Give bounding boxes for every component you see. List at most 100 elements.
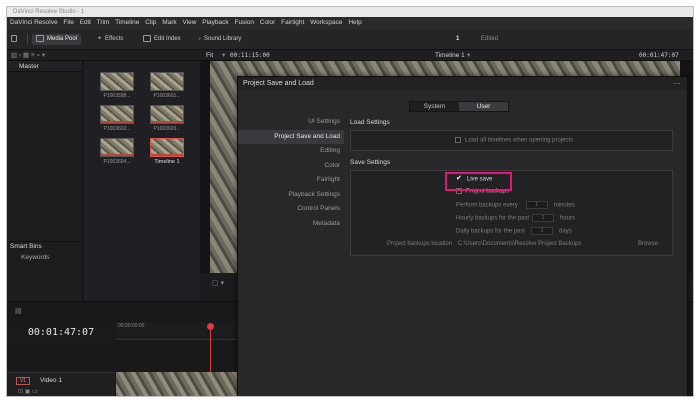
live-save-highlight — [445, 172, 512, 191]
nav-fairlight[interactable]: Fairlight — [238, 173, 344, 188]
panel-toggle-icon[interactable] — [11, 34, 20, 45]
view-options-icon[interactable]: ▥ ‹ ▦ ≡ ⌕ ▾ — [11, 50, 45, 61]
load-all-timelines-option[interactable]: Load all timelines when opening projects — [455, 137, 573, 144]
clip-name: P1003602... — [103, 126, 131, 132]
load-settings-title: Load Settings — [350, 119, 390, 126]
clip-thumbnail — [100, 105, 134, 124]
media-clip[interactable]: P1003601... — [150, 72, 184, 99]
clip-name: P1003604... — [103, 159, 131, 165]
zoom-fit-dropdown[interactable]: Fit — [206, 50, 213, 61]
load-all-timelines-checkbox[interactable] — [455, 137, 461, 143]
backups-location-path: C:\Users\Documents\Resolve Project Backu… — [457, 241, 582, 247]
track-controls-icon[interactable]: ⊡ ▣ ▭ — [18, 388, 38, 395]
clip-thumbnail — [100, 138, 134, 157]
backups-location-row: Project backups location C:\Users\Docume… — [387, 241, 581, 247]
keywords-bin[interactable]: Keywords — [7, 251, 83, 265]
clip-name: P1003598... — [103, 93, 131, 99]
menu-bar: DaVinci Resolve File Edit Trim Timeline … — [7, 17, 693, 29]
perform-backups-unit: minutes — [553, 202, 575, 209]
track-badge[interactable]: V1 — [16, 377, 30, 385]
edit-index-button[interactable]: Edit Index — [143, 34, 181, 45]
tab-system[interactable]: System — [410, 102, 459, 111]
nav-ui-settings[interactable]: UI Settings — [238, 115, 344, 130]
ruler-start-label: 00:00:00:00 — [118, 323, 145, 329]
nav-color[interactable]: Color — [238, 159, 344, 174]
hourly-backups-field[interactable]: 2 — [532, 214, 555, 222]
hourly-backups-row: Hourly backups for the past 2 hours — [456, 214, 575, 222]
media-pool-label: Media Pool — [47, 36, 78, 42]
media-pool-button[interactable]: Media Pool — [32, 34, 82, 45]
smart-bins-header[interactable]: Smart Bins — [7, 241, 83, 251]
menu-help[interactable]: Help — [348, 19, 361, 26]
menu-davinci-resolve[interactable]: DaVinci Resolve — [10, 19, 58, 26]
menu-color[interactable]: Color — [260, 19, 276, 26]
timeline-clip[interactable]: Timeline 1 — [150, 138, 184, 165]
menu-file[interactable]: File — [63, 19, 73, 26]
nav-metadata[interactable]: Metadata — [238, 217, 344, 232]
record-timecode: 00:01:47:07 — [639, 52, 679, 59]
effects-label: Effects — [105, 36, 124, 42]
sound-library-label: Sound Library — [204, 36, 242, 42]
perform-backups-label: Perform backups every — [456, 202, 518, 209]
timeline-thumbnail — [150, 138, 184, 157]
browse-button[interactable]: Browse — [638, 241, 658, 247]
settings-scope-tabs: System User — [409, 101, 509, 112]
save-settings-title: Save Settings — [350, 159, 391, 166]
master-bin[interactable]: Master — [7, 61, 82, 72]
settings-nav: UI Settings Project Save and Load Editin… — [238, 115, 344, 231]
timeline-name-dropdown[interactable]: Timeline 1 — [435, 50, 465, 61]
toolbar-divider — [27, 34, 28, 45]
media-clip[interactable]: P1003604... — [100, 138, 134, 165]
menu-playback[interactable]: Playback — [202, 19, 228, 26]
sound-library-button[interactable]: ♪ Sound Library — [198, 34, 241, 45]
menu-edit[interactable]: Edit — [80, 19, 91, 26]
track-name: Video 1 — [40, 377, 62, 384]
media-pool-icon — [36, 34, 44, 42]
hourly-backups-unit: hours — [560, 215, 576, 222]
perform-backups-row: Perform backups every 1 minutes — [456, 201, 575, 209]
crop-icon[interactable]: ▢ ▾ — [212, 279, 224, 287]
bin-list-panel: Master Smart Bins Keywords — [7, 61, 83, 301]
main-toolbar: Media Pool ✦ Effects Edit Index ♪ Sound Li… — [7, 29, 693, 50]
effects-button[interactable]: ✦ Effects — [97, 34, 123, 45]
menu-fairlight[interactable]: Fairlight — [281, 19, 304, 26]
menu-timeline[interactable]: Timeline — [115, 19, 139, 26]
media-clip[interactable]: P1003603... — [150, 105, 184, 132]
playhead-line[interactable] — [210, 327, 211, 377]
timeline-view-icon[interactable]: ▤ — [15, 307, 22, 315]
clip-name: P1003601... — [153, 93, 181, 99]
more-options-icon[interactable]: ··· — [673, 79, 681, 88]
sound-library-icon: ♪ — [198, 36, 201, 42]
smart-bins-section: Smart Bins Keywords — [7, 241, 83, 265]
source-timecode: 00:11:15:00 — [230, 52, 270, 59]
window-title: DaVinci Resolve Studio - 1 — [13, 9, 85, 15]
dialog-title: Project Save and Load — [238, 77, 687, 91]
daily-backups-row: Daily backups for the past 1 days — [456, 227, 572, 235]
clip-thumbnail — [150, 105, 184, 124]
timeline-timecode: 00:01:47:07 — [7, 322, 115, 344]
clip-name: Timeline 1 — [154, 159, 180, 165]
menu-fusion[interactable]: Fusion — [234, 19, 254, 26]
daily-backups-label: Daily backups for the past — [456, 228, 526, 235]
media-clip[interactable]: P1003598... — [100, 72, 134, 99]
nav-project-save-and-load[interactable]: Project Save and Load — [238, 129, 344, 144]
edit-index-icon — [143, 34, 151, 42]
window-title-bar: DaVinci Resolve Studio - 1 — [7, 7, 693, 17]
daily-backups-field[interactable]: 1 — [531, 227, 554, 235]
media-clip[interactable]: P1003602... — [100, 105, 134, 132]
timeline-chevron-icon[interactable]: ▾ — [467, 50, 470, 61]
nav-control-panels[interactable]: Control Panels — [238, 202, 344, 217]
perform-backups-field[interactable]: 1 — [525, 201, 548, 209]
menu-trim[interactable]: Trim — [97, 19, 110, 26]
hourly-backups-label: Hourly backups for the past — [456, 215, 530, 222]
menu-workspace[interactable]: Workspace — [310, 19, 342, 26]
effects-icon: ✦ — [97, 36, 103, 42]
video-track-header: V1 Video 1 ⊡ ▣ ▭ — [7, 372, 115, 396]
chevron-down-icon[interactable]: ▾ — [222, 50, 225, 61]
tab-user[interactable]: User — [459, 102, 508, 111]
nav-playback-settings[interactable]: Playback Settings — [238, 188, 344, 203]
menu-view[interactable]: View — [182, 19, 196, 26]
menu-mark[interactable]: Mark — [162, 19, 176, 26]
menu-clip[interactable]: Clip — [145, 19, 156, 26]
nav-editing[interactable]: Editing — [238, 144, 344, 159]
